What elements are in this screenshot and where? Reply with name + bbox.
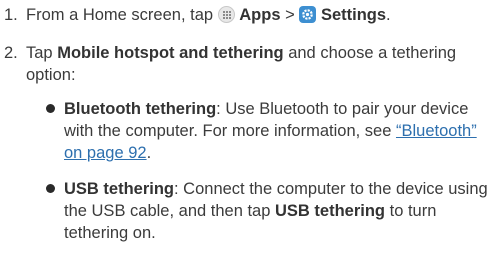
apps-grid-icon [217,6,235,23]
apps-label: Apps [239,6,281,24]
settings-gear-icon [299,6,317,23]
menu-separator: > [285,6,295,24]
step-number: 1. [4,6,18,24]
usb-tethering-action-label: USB tethering [275,202,386,220]
instruction-page: 1. From a Home screen, tap Apps > Settin… [0,0,503,264]
usb-tethering-label: USB tethering [64,180,175,198]
settings-label: Settings [320,6,387,24]
step-2-text: Tap Mobile hotspot and tethering and cho… [26,42,497,86]
mobile-hotspot-label: Mobile hotspot and tethering [57,44,284,62]
bullet-text: Bluetooth tethering: Use Bluetooth to pa… [64,98,497,164]
bullet-dot-icon [46,104,55,113]
step-number: 2. [4,44,18,62]
step-2-prefix: Tap [26,44,53,62]
bullet-text: USB tethering: Connect the computer to t… [64,178,497,244]
step-1-suffix: . [386,6,391,24]
bullet-1-suffix: . [146,144,152,162]
step-1-prefix: From a Home screen, tap [26,6,214,24]
bullet-dot-icon [46,184,55,193]
step-1-text: From a Home screen, tap Apps > Settings. [26,4,497,26]
bluetooth-tethering-label: Bluetooth tethering [64,100,217,118]
